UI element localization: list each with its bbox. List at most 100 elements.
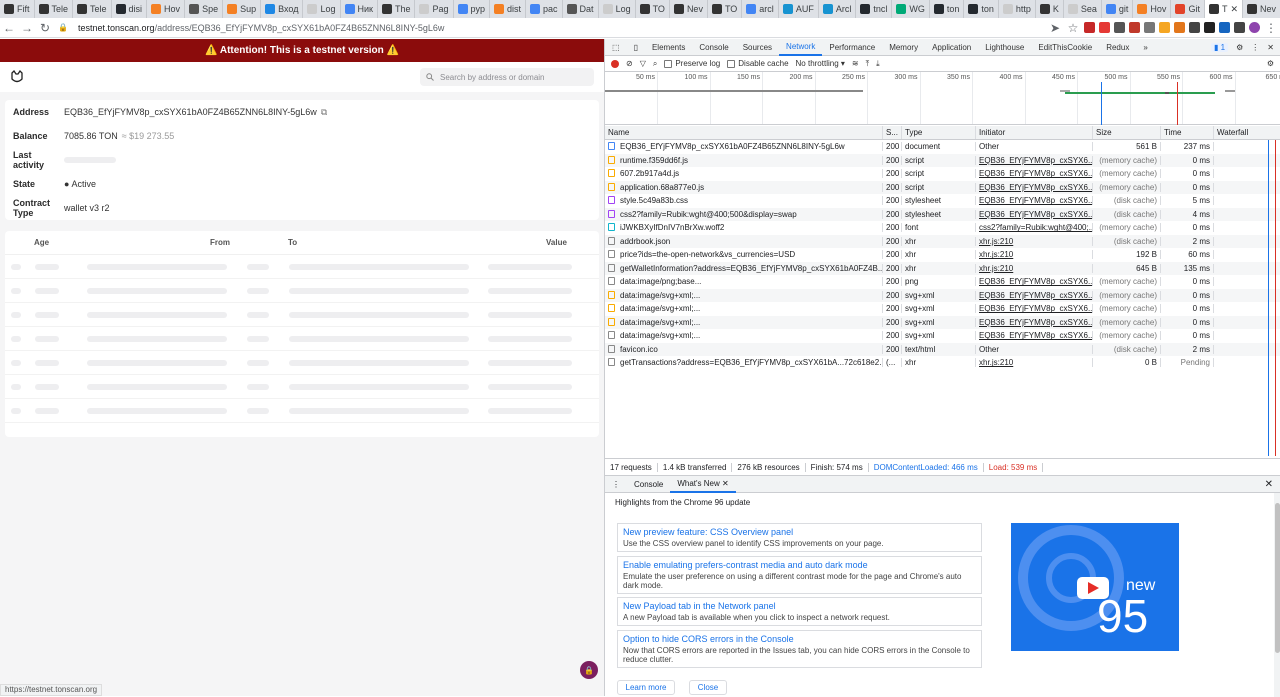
whats-new-title[interactable]: New Payload tab in the Network panel: [623, 601, 976, 611]
address-bar[interactable]: testnet.tonscan.org/address/EQB36_EfYjFY…: [78, 23, 1046, 33]
whats-new-item[interactable]: Option to hide CORS errors in the Consol…: [617, 630, 982, 668]
browser-tab[interactable]: Git: [1171, 0, 1205, 18]
request-initiator[interactable]: xhr.js:210: [976, 263, 1093, 273]
request-row[interactable]: runtime.f359dd6f.js 200 script EQB36_EfYjFY…: [605, 153, 1280, 167]
browser-tab[interactable]: arcl: [742, 0, 779, 18]
request-initiator[interactable]: EQB36_EfYjFYMV8p_cxSYX6...: [976, 304, 1093, 314]
profile-avatar[interactable]: [1249, 22, 1260, 33]
devtools-tab-sources[interactable]: Sources: [736, 39, 779, 56]
browser-tab[interactable]: Ник: [341, 0, 378, 18]
menu-icon[interactable]: ⋮: [1262, 21, 1280, 35]
whats-new-title[interactable]: Enable emulating prefers-contrast media …: [623, 560, 976, 570]
extension-icon[interactable]: [1084, 22, 1095, 33]
extension-icon[interactable]: [1159, 22, 1170, 33]
issues-badge[interactable]: ▮ 1: [1211, 42, 1229, 52]
extension-icon[interactable]: [1189, 22, 1200, 33]
upload-icon[interactable]: ⤒: [866, 59, 870, 69]
preserve-log-checkbox[interactable]: Preserve log: [664, 59, 720, 68]
request-row[interactable]: getWalletInformation?address=EQB36_EfYjF…: [605, 261, 1280, 275]
close-devtools-icon[interactable]: ✕: [1267, 43, 1274, 52]
whats-new-item[interactable]: Enable emulating prefers-contrast media …: [617, 556, 982, 594]
request-row[interactable]: data:image/svg+xml;... 200 svg+xml EQB36_Ef…: [605, 329, 1280, 343]
extension-icon[interactable]: [1219, 22, 1230, 33]
lock-floating-button[interactable]: 🔒: [580, 661, 598, 679]
request-row[interactable]: data:image/svg+xml;... 200 svg+xml EQB36_Ef…: [605, 302, 1280, 316]
browser-tab[interactable]: ton: [930, 0, 965, 18]
browser-tab[interactable]: Nev: [670, 0, 708, 18]
browser-tab[interactable]: Tele: [35, 0, 74, 18]
tab-whats-new[interactable]: What's New ✕: [670, 476, 736, 493]
browser-tab[interactable]: WG: [892, 0, 930, 18]
browser-tab[interactable]: dist: [490, 0, 527, 18]
request-row[interactable]: style.5c49a83b.css 200 stylesheet EQB36_EfY…: [605, 194, 1280, 208]
metamask-icon[interactable]: [1174, 22, 1185, 33]
reload-icon[interactable]: ↻: [36, 21, 54, 35]
request-initiator[interactable]: EQB36_EfYjFYMV8p_cxSYX6...: [976, 290, 1093, 300]
request-initiator[interactable]: EQB36_EfYjFYMV8p_cxSYX6...: [976, 182, 1093, 192]
extension-icon[interactable]: [1144, 22, 1155, 33]
settings-gear-icon[interactable]: ⚙: [1236, 43, 1243, 52]
col-header-size[interactable]: Size: [1093, 126, 1161, 139]
back-icon[interactable]: ←: [0, 21, 18, 35]
browser-tab[interactable]: Hov: [1133, 0, 1172, 18]
search-icon[interactable]: ⌕: [653, 59, 657, 69]
send-icon[interactable]: ➤: [1046, 21, 1064, 35]
request-row[interactable]: css2?family=Rubik:wght@400;500&display=s…: [605, 207, 1280, 221]
browser-tab[interactable]: Sup: [223, 0, 262, 18]
close-drawer-icon[interactable]: ✕: [1265, 479, 1280, 490]
inspect-icon[interactable]: ⬚: [605, 39, 627, 56]
chrome-95-video-thumbnail[interactable]: new 95: [1011, 523, 1179, 651]
devtools-tab-console[interactable]: Console: [692, 39, 735, 56]
drawer-scrollbar[interactable]: [1274, 493, 1280, 697]
request-initiator[interactable]: EQB36_EfYjFYMV8p_cxSYX6...: [976, 277, 1093, 287]
browser-tab[interactable]: tncl: [856, 0, 893, 18]
devtools-tab-lighthouse[interactable]: Lighthouse: [978, 39, 1031, 56]
browser-tab[interactable]: Sea: [1064, 0, 1102, 18]
puzzle-icon[interactable]: [1234, 22, 1245, 33]
browser-tab[interactable]: disi: [112, 0, 148, 18]
drawer-menu-icon[interactable]: ⋮: [605, 476, 627, 493]
devtools-tab-network[interactable]: Network: [779, 39, 823, 56]
devtools-menu-icon[interactable]: ⋮: [1251, 43, 1259, 52]
search-input[interactable]: Search by address or domain: [420, 68, 594, 86]
col-header-type[interactable]: Type: [902, 126, 976, 139]
browser-tab[interactable]: TO: [708, 0, 743, 18]
extension-icon[interactable]: [1099, 22, 1110, 33]
address-value[interactable]: EQB36_EfYjFYMV8p_cxSYX61bA0FZ4B65ZNN6L8I…: [64, 107, 317, 117]
request-row[interactable]: getTransactions?address=EQB36_EfYjFYMV8p…: [605, 356, 1280, 370]
whats-new-item[interactable]: New Payload tab in the Network panel A ne…: [617, 597, 982, 626]
request-initiator[interactable]: xhr.js:210: [976, 236, 1093, 246]
request-row[interactable]: 607.2b917a4d.js 200 script EQB36_EfYjFYMV8p…: [605, 167, 1280, 181]
browser-tab[interactable]: Nev: [1243, 0, 1280, 18]
browser-tab[interactable]: Вход: [261, 0, 304, 18]
browser-tab[interactable]: Arcl: [819, 0, 857, 18]
extension-icon[interactable]: [1114, 22, 1125, 33]
browser-tab[interactable]: T ✕: [1204, 0, 1243, 18]
browser-tab[interactable]: Fift: [0, 0, 35, 18]
copy-icon[interactable]: ⧉: [321, 107, 327, 118]
learn-more-button[interactable]: Learn more: [617, 680, 675, 695]
download-icon[interactable]: ⤓: [876, 59, 880, 69]
browser-tab[interactable]: http: [999, 0, 1036, 18]
tab-console[interactable]: Console: [627, 476, 670, 493]
tonscan-logo-icon[interactable]: [10, 70, 24, 84]
browser-tab[interactable]: TO: [636, 0, 670, 18]
whats-new-item[interactable]: New preview feature: CSS Overview panel U…: [617, 523, 982, 552]
devtools-tab-elements[interactable]: Elements: [645, 39, 692, 56]
request-row[interactable]: price?ids=the-open-network&vs_currencies…: [605, 248, 1280, 262]
col-header-initiator[interactable]: Initiator: [976, 126, 1093, 139]
throttling-select[interactable]: No throttling ▾: [796, 59, 845, 68]
tab-close-icon[interactable]: ✕: [1230, 4, 1238, 15]
request-row[interactable]: data:image/svg+xml;... 200 svg+xml EQB36_Ef…: [605, 315, 1280, 329]
request-initiator[interactable]: xhr.js:210: [976, 250, 1093, 260]
request-initiator[interactable]: EQB36_EfYjFYMV8p_cxSYX6...: [976, 209, 1093, 219]
browser-tab[interactable]: Log: [599, 0, 636, 18]
browser-tab[interactable]: The: [378, 0, 416, 18]
whats-new-title[interactable]: New preview feature: CSS Overview panel: [623, 527, 976, 537]
browser-tab[interactable]: Tele: [73, 0, 112, 18]
browser-tab[interactable]: pyp: [454, 0, 491, 18]
request-row[interactable]: data:image/png;base... 200 png EQB36_EfYjFY…: [605, 275, 1280, 289]
browser-tab[interactable]: K: [1036, 0, 1064, 18]
request-initiator[interactable]: EQB36_EfYjFYMV8p_cxSYX6...: [976, 331, 1093, 341]
devtools-tab-performance[interactable]: Performance: [822, 39, 882, 56]
